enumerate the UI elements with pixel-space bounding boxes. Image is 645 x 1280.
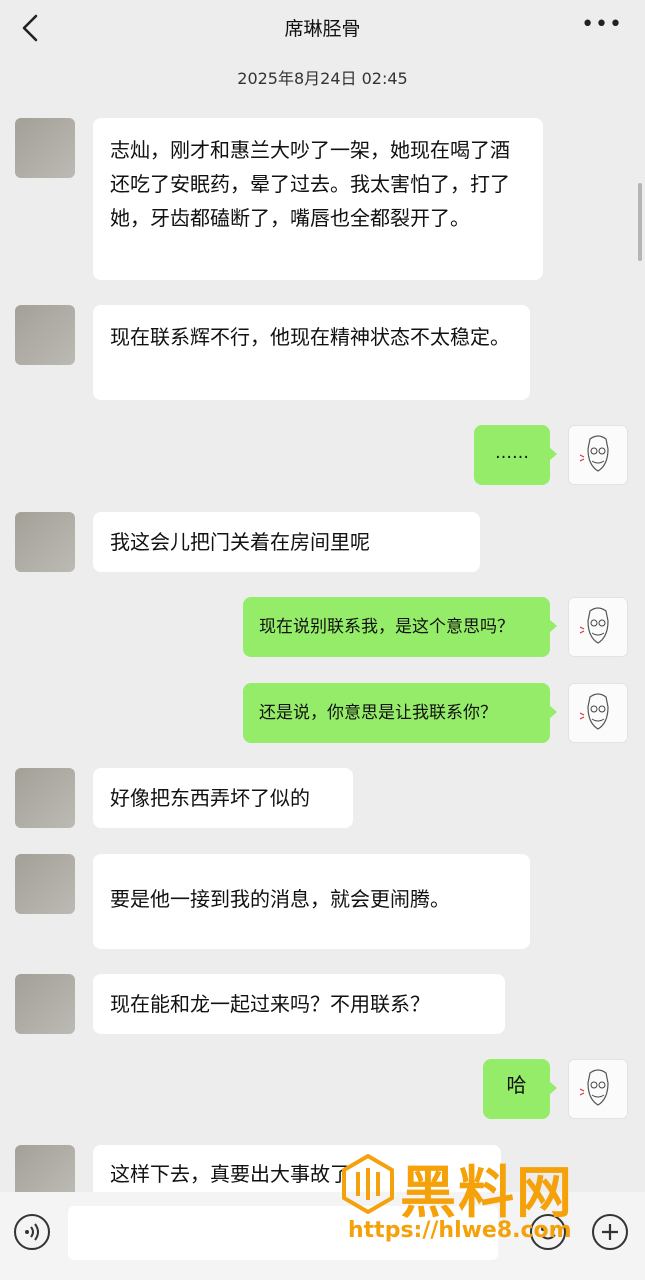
scrollbar[interactable]	[638, 183, 642, 261]
contact-avatar[interactable]	[15, 305, 75, 365]
message-bubble-sent[interactable]: ……	[474, 425, 557, 485]
contact-avatar[interactable]	[15, 1145, 75, 1192]
watermark-url: https://hlwe8.com	[348, 1218, 572, 1243]
watermark: 黑料网 https://hlwe8.com	[340, 1148, 640, 1258]
message-bubble-received[interactable]: 现在联系辉不行，他现在精神状态不太稳定。	[93, 305, 530, 400]
message-bubble-sent[interactable]: 哈	[483, 1059, 557, 1119]
contact-avatar[interactable]	[15, 512, 75, 572]
chat-title: 席琳胫骨	[284, 18, 361, 40]
self-avatar[interactable]	[568, 683, 628, 743]
voice-icon[interactable]	[14, 1214, 50, 1250]
watermark-brand: 黑料网	[400, 1161, 574, 1226]
watermark-logo-icon	[342, 1154, 394, 1214]
more-icon[interactable]: •••	[581, 12, 623, 37]
message-bubble-received[interactable]: 好像把东西弄坏了似的	[93, 768, 353, 828]
message-bubble-received[interactable]: 志灿，刚才和惠兰大吵了一架，她现在喝了酒还吃了安眠药，晕了过去。我太害怕了，打了…	[93, 118, 543, 280]
message-bubble-sent[interactable]: 现在说别联系我，是这个意思吗？	[243, 597, 557, 657]
self-avatar[interactable]	[568, 1059, 628, 1119]
self-avatar[interactable]	[568, 425, 628, 485]
message-bubble-received[interactable]: 要是他一接到我的消息，就会更闹腾。	[93, 854, 530, 949]
top-bar: 席琳胫骨 •••	[0, 0, 645, 56]
message-timestamp: 2025年8月24日 02:45	[237, 69, 408, 88]
contact-avatar[interactable]	[15, 974, 75, 1034]
contact-avatar[interactable]	[15, 118, 75, 178]
message-bubble-sent[interactable]: 还是说，你意思是让我联系你？	[243, 683, 557, 743]
contact-avatar[interactable]	[15, 854, 75, 914]
contact-avatar[interactable]	[15, 768, 75, 828]
message-bubble-received[interactable]: 我这会儿把门关着在房间里呢	[93, 512, 480, 572]
message-bubble-received[interactable]: 现在能和龙一起过来吗？不用联系？	[93, 974, 505, 1034]
self-avatar[interactable]	[568, 597, 628, 657]
